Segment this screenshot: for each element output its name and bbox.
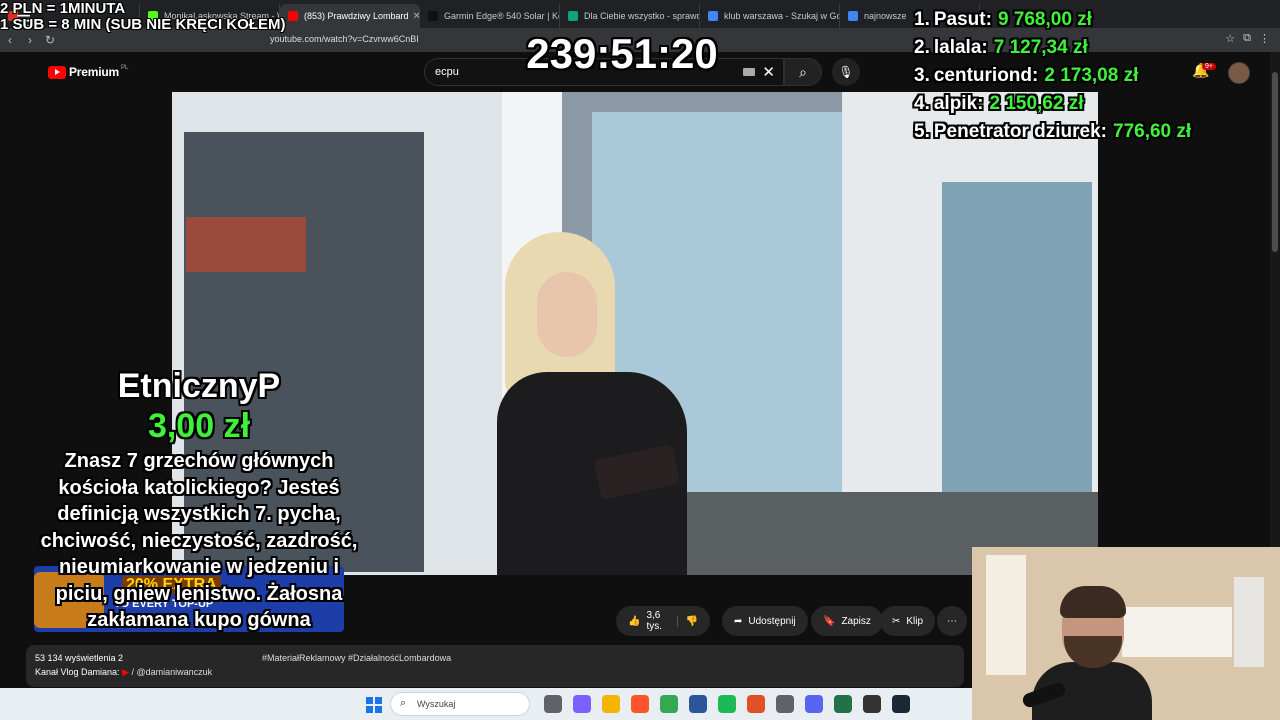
leaderboard-name: centuriond: bbox=[933, 65, 1039, 86]
tab-label: (853) Prawdziwy Lombard bbox=[304, 11, 409, 21]
leaderboard-rank: 4. bbox=[914, 93, 930, 114]
browser-tab[interactable]: Garmin Edge® 540 Solar | Kor bbox=[420, 4, 560, 28]
taskbar-app-icon[interactable] bbox=[544, 695, 562, 713]
more-actions-button[interactable]: ⋯ bbox=[937, 606, 967, 636]
channel-handle-link[interactable]: / @damianiwanczuk bbox=[132, 667, 213, 677]
clip-button[interactable]: ✂ Klip bbox=[880, 606, 936, 636]
youtube-play-icon bbox=[48, 65, 66, 79]
video-scene-sign bbox=[186, 217, 306, 272]
tab-label: Dla Ciebie wszystko - sprawdź bbox=[584, 11, 700, 21]
leaderboard-rank: 1. bbox=[914, 9, 930, 30]
taskbar-app-icon[interactable] bbox=[689, 695, 707, 713]
search-icon: ⌕ bbox=[400, 697, 407, 709]
leaderboard-amount: 776,60 zł bbox=[1113, 121, 1192, 142]
streamer-webcam bbox=[972, 547, 1280, 720]
tab-favicon-icon bbox=[568, 11, 578, 21]
save-button[interactable]: 🔖 Zapisz bbox=[811, 606, 883, 636]
channel-line: Kanał Vlog Damiana: ▶ / @damianiwanczuk bbox=[35, 667, 213, 677]
hashtags[interactable]: #MateriałReklamowy #DziałalnośćLombardow… bbox=[262, 653, 451, 663]
windows-start-icon[interactable] bbox=[366, 697, 382, 713]
browser-tab[interactable]: (853) Prawdziwy Lombard✕ bbox=[280, 4, 420, 28]
tab-favicon-icon bbox=[288, 11, 298, 21]
video-scene-right-glass bbox=[942, 182, 1092, 512]
taskbar-app-icon[interactable] bbox=[863, 695, 881, 713]
leaderboard-rank: 3. bbox=[914, 65, 930, 86]
clear-search-icon[interactable]: ✕ bbox=[762, 63, 775, 81]
taskbar-app-icon[interactable] bbox=[631, 695, 649, 713]
keyboard-icon[interactable] bbox=[743, 68, 755, 76]
close-tab-icon[interactable]: ✕ bbox=[409, 11, 419, 22]
tab-favicon-icon bbox=[848, 11, 858, 21]
taskbar-search[interactable]: ⌕ Wyszukaj bbox=[390, 692, 530, 716]
search-button[interactable]: ⌕ bbox=[784, 58, 822, 86]
leaderboard-rank: 5. bbox=[914, 121, 930, 142]
leaderboard-row: 3. centuriond: 2 173,08 zł bbox=[914, 65, 1244, 93]
tab-favicon-icon bbox=[428, 11, 438, 21]
youtube-mini-icon: ▶ bbox=[122, 667, 129, 677]
like-dislike-group: 👍 3,6 tys. 👎 bbox=[616, 606, 710, 636]
taskbar-app-icon[interactable] bbox=[805, 695, 823, 713]
video-scene-person bbox=[497, 232, 697, 575]
leaderboard-row: 2. lalala: 7 127,34 zł bbox=[914, 37, 1244, 65]
taskbar-app-icon[interactable] bbox=[718, 695, 736, 713]
streamer bbox=[1020, 586, 1152, 720]
scissors-icon: ✂ bbox=[892, 615, 901, 627]
browser-tab[interactable]: Dla Ciebie wszystko - sprawdź bbox=[560, 4, 700, 28]
leaderboard-row: 4. alpik: 2 150,62 zł bbox=[914, 93, 1244, 121]
donation-amount: 3,00 zł bbox=[147, 407, 251, 445]
save-icon: 🔖 bbox=[823, 615, 836, 627]
leaderboard-name: Penetrator dziurek: bbox=[933, 121, 1108, 142]
sub-rate-text: 1 SUB = 8 MIN (SUB NIE KRĘCI KOŁEM) bbox=[0, 16, 286, 33]
menu-dots-icon[interactable]: ⋮ bbox=[1259, 32, 1270, 45]
leaderboard-name: alpik: bbox=[933, 93, 984, 114]
tab-favicon-icon bbox=[708, 11, 718, 21]
extensions-icon[interactable]: ⧉ bbox=[1243, 32, 1251, 45]
view-count: 53 134 wyświetlenia 2 bbox=[35, 653, 124, 663]
reload-icon[interactable]: ↻ bbox=[40, 33, 60, 47]
share-button[interactable]: ➦ Udostępnij bbox=[722, 606, 808, 636]
donor-name: EtnicznyP bbox=[117, 367, 281, 405]
leaderboard-rank: 2. bbox=[914, 37, 930, 58]
leaderboard-amount: 9 768,00 zł bbox=[997, 9, 1092, 30]
donation-alert: EtnicznyP 3,00 zł Znasz 7 grzechów główn… bbox=[34, 366, 364, 634]
taskbar-app-icon[interactable] bbox=[660, 695, 678, 713]
forward-icon[interactable]: › bbox=[20, 33, 40, 47]
donation-message: Znasz 7 grzechów głównych kościoła katol… bbox=[40, 450, 358, 631]
dislike-icon[interactable]: 👎 bbox=[676, 615, 698, 627]
leaderboard-amount: 7 127,34 zł bbox=[993, 37, 1088, 58]
leaderboard-row: 1. Pasut: 9 768,00 zł bbox=[914, 9, 1244, 37]
donor-leaderboard: 1. Pasut: 9 768,00 zł 2. lalala: 7 127,34 zł 3… bbox=[914, 9, 1244, 149]
video-description[interactable]: 53 134 wyświetlenia 2 #MateriałReklamowy… bbox=[26, 645, 964, 687]
microphone-icon[interactable]: 🎙 bbox=[832, 58, 860, 86]
url-field[interactable]: youtube.com/watch?v=Czvrww6CnBI bbox=[270, 34, 419, 44]
youtube-premium-logo[interactable]: Premium PL bbox=[48, 65, 128, 79]
leaderboard-amount: 2 173,08 zł bbox=[1044, 65, 1139, 86]
taskbar-app-icon[interactable] bbox=[602, 695, 620, 713]
taskbar-app-icon[interactable] bbox=[892, 695, 910, 713]
share-icon: ➦ bbox=[734, 615, 743, 627]
taskbar-app-icon[interactable] bbox=[834, 695, 852, 713]
windows-taskbar: ⌕ Wyszukaj bbox=[0, 688, 972, 720]
tab-label: klub warszawa - Szukaj w Goo bbox=[724, 11, 840, 21]
back-icon[interactable]: ‹ bbox=[0, 33, 20, 47]
leaderboard-name: lalala: bbox=[933, 37, 988, 58]
leaderboard-amount: 2 150,62 zł bbox=[989, 93, 1084, 114]
leaderboard-name: Pasut: bbox=[933, 9, 992, 30]
like-icon[interactable]: 👍 bbox=[628, 616, 640, 627]
donation-rate-text: 2 PLN = 1MINUTA bbox=[0, 0, 126, 17]
tab-label: najnowsze bbox=[864, 11, 907, 21]
browser-tab[interactable]: klub warszawa - Szukaj w Goo bbox=[700, 4, 840, 28]
like-count[interactable]: 3,6 tys. bbox=[646, 610, 664, 632]
scrollbar-thumb[interactable] bbox=[1272, 72, 1278, 252]
taskbar-app-icon[interactable] bbox=[573, 695, 591, 713]
taskbar-app-icon[interactable] bbox=[776, 695, 794, 713]
subathon-timer: 239:51:20 bbox=[526, 30, 718, 77]
leaderboard-row: 5. Penetrator dziurek: 776,60 zł bbox=[914, 121, 1244, 149]
taskbar-app-icon[interactable] bbox=[747, 695, 765, 713]
tab-label: Garmin Edge® 540 Solar | Kor bbox=[444, 11, 560, 21]
more-dots-icon: ⋯ bbox=[947, 615, 957, 627]
search-input[interactable]: ecpu bbox=[435, 66, 459, 78]
